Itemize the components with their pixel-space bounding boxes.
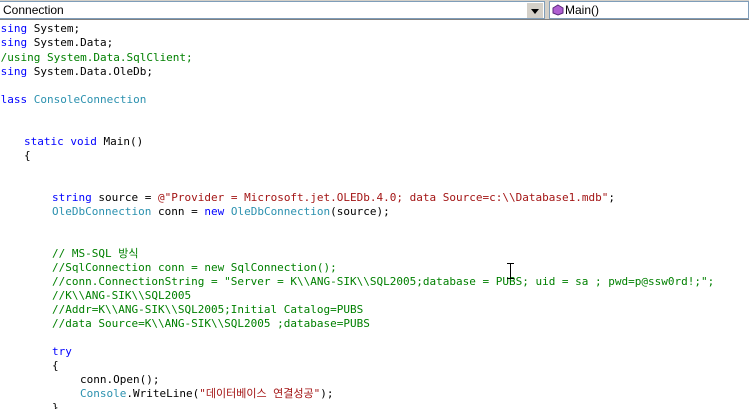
code-line: static void Main(): [24, 135, 143, 149]
code-line: conn.Open();: [80, 373, 160, 386]
code-text: ;: [608, 191, 615, 204]
code-text: Main(): [96, 135, 144, 148]
code-line: using System.Data.OleDb;: [0, 65, 153, 79]
keyword: using: [0, 22, 28, 35]
keyword: class: [0, 93, 28, 106]
type-name: Console: [80, 387, 127, 400]
class-dropdown-value: Connection: [3, 3, 64, 17]
code-text: conn =: [151, 205, 205, 218]
keyword: new: [204, 205, 225, 218]
code-line: OleDbConnection conn = new OleDbConnecti…: [52, 205, 390, 219]
type-name: OleDbConnection: [230, 205, 331, 218]
code-line: class ConsoleConnection: [0, 93, 146, 107]
string-literal: "데이터베이스 연결성공": [199, 387, 321, 400]
code-line: string source = @"Provider = Microsoft.j…: [52, 191, 615, 205]
code-text: .WriteLine(: [126, 387, 200, 400]
keyword: using: [0, 36, 28, 49]
code-text: System.Data;: [27, 36, 114, 49]
code-comment: //using System.Data.SqlClient;: [0, 51, 193, 64]
member-dropdown-value: Main(): [565, 3, 600, 17]
code-comment: // MS-SQL 방식: [52, 247, 139, 260]
code-comment: //K\\ANG-SIK\\SQL2005: [52, 289, 192, 302]
keyword: void: [70, 135, 97, 148]
method-icon: [552, 4, 564, 16]
code-line: {: [24, 149, 31, 162]
code-text: );: [320, 387, 334, 400]
member-dropdown[interactable]: Main(): [549, 1, 749, 19]
navigation-bar: Connection Main(): [0, 0, 749, 20]
keyword: static: [24, 135, 64, 148]
code-text: System.Data.OleDb;: [27, 65, 153, 78]
ibeam-cursor-icon: [507, 263, 514, 279]
code-comment: //conn.ConnectionString = "Server = K\\A…: [52, 275, 715, 288]
code-line: using System.Data;: [0, 36, 113, 50]
code-comment: //SqlConnection conn = new SqlConnection…: [52, 261, 337, 274]
type-name: OleDbConnection: [52, 205, 152, 218]
class-dropdown-arrow-icon[interactable]: [526, 3, 543, 18]
code-text: System;: [27, 22, 81, 35]
code-comment: //data Source=K\\ANG-SIK\\SQL2005 ;datab…: [52, 317, 370, 330]
code-text: (source);: [330, 205, 390, 218]
code-line: Console.WriteLine("데이터베이스 연결성공");: [80, 387, 334, 401]
keyword: string: [52, 191, 92, 204]
string-literal: @"Provider = Microsoft.jet.OLEDb.4.0; da…: [157, 191, 609, 204]
code-line: {: [52, 359, 59, 372]
keyword: try: [52, 345, 72, 358]
type-name: ConsoleConnection: [33, 93, 147, 106]
class-dropdown[interactable]: Connection: [0, 1, 545, 19]
code-line: }: [52, 401, 59, 409]
code-editor[interactable]: using System; using System.Data; //using…: [0, 20, 749, 409]
code-line: using System;: [0, 22, 80, 36]
code-text: source =: [91, 191, 158, 204]
code-comment: //Addr=K\\ANG-SIK\\SQL2005;Initial Catal…: [52, 303, 364, 316]
keyword: using: [0, 65, 28, 78]
